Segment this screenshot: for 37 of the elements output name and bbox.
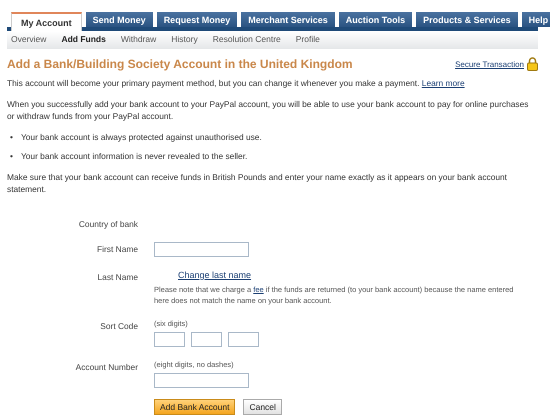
subnav-link[interactable]: History — [171, 34, 198, 44]
bullet-marker: • — [10, 131, 13, 143]
nav-tab[interactable]: Send Money — [86, 12, 153, 27]
subnav-link[interactable]: Profile — [296, 34, 320, 44]
nav-tab[interactable]: Auction Tools — [338, 12, 412, 27]
subnav-link[interactable]: Resolution Centre — [212, 34, 281, 44]
secure-transaction-link[interactable]: Secure Transaction — [455, 60, 524, 68]
text-field[interactable] — [154, 373, 249, 388]
field-label: Last Name — [96, 271, 138, 284]
change-last-name-link[interactable]: Change last name — [178, 270, 252, 280]
bullet-marker: • — [10, 150, 13, 162]
nav-tab[interactable]: My Account — [11, 12, 82, 31]
sort-code-field[interactable] — [191, 332, 222, 347]
subnav-link[interactable]: Add Funds — [61, 34, 106, 44]
cancel-button[interactable]: Cancel — [243, 399, 282, 415]
nav-tab[interactable]: Request Money — [156, 12, 238, 27]
lock-icon — [527, 57, 538, 71]
learn-more-link[interactable]: Learn more — [422, 78, 465, 88]
page-heading: Add a Bank/Building Society Account in the United Kingdom — [7, 57, 353, 71]
add-bank-account-button[interactable]: Add Bank Account — [154, 399, 236, 415]
bullet-item: Your bank account is always protected against unauthorised use. — [20, 131, 262, 143]
sort-code-field[interactable] — [154, 332, 185, 347]
nav-tab[interactable]: Products & Services — [416, 12, 518, 27]
field-label: First Name — [96, 243, 138, 256]
intro-text: This account will become your primary payment method, but you can change it whenever you make a payment. Learn more — [7, 77, 466, 89]
field-label: Sort Code — [99, 320, 138, 333]
instruction-text: Make sure that your bank account can receive funds in British Pounds and enter your name exactly as it appears on your bank account statement. — [7, 171, 508, 195]
subnav-link[interactable]: Withdraw — [120, 34, 156, 44]
nav-tab[interactable]: Merchant Services — [241, 12, 335, 27]
paragraph: When you successfully add your bank account to your PayPal account, you will be able to use your bank account to pay for online purchases or withdraw funds from your PayPal account. — [7, 98, 530, 122]
field-label: Country of bank — [78, 218, 138, 229]
bullet-item: Your bank account information is never revealed to the seller. — [20, 150, 248, 162]
field-label: Account Number — [74, 361, 138, 374]
nav-tab[interactable]: Help — [522, 12, 550, 27]
sort-code-field[interactable] — [228, 332, 259, 347]
subnav-link[interactable]: Overview — [11, 34, 46, 44]
text-field[interactable] — [154, 242, 249, 257]
